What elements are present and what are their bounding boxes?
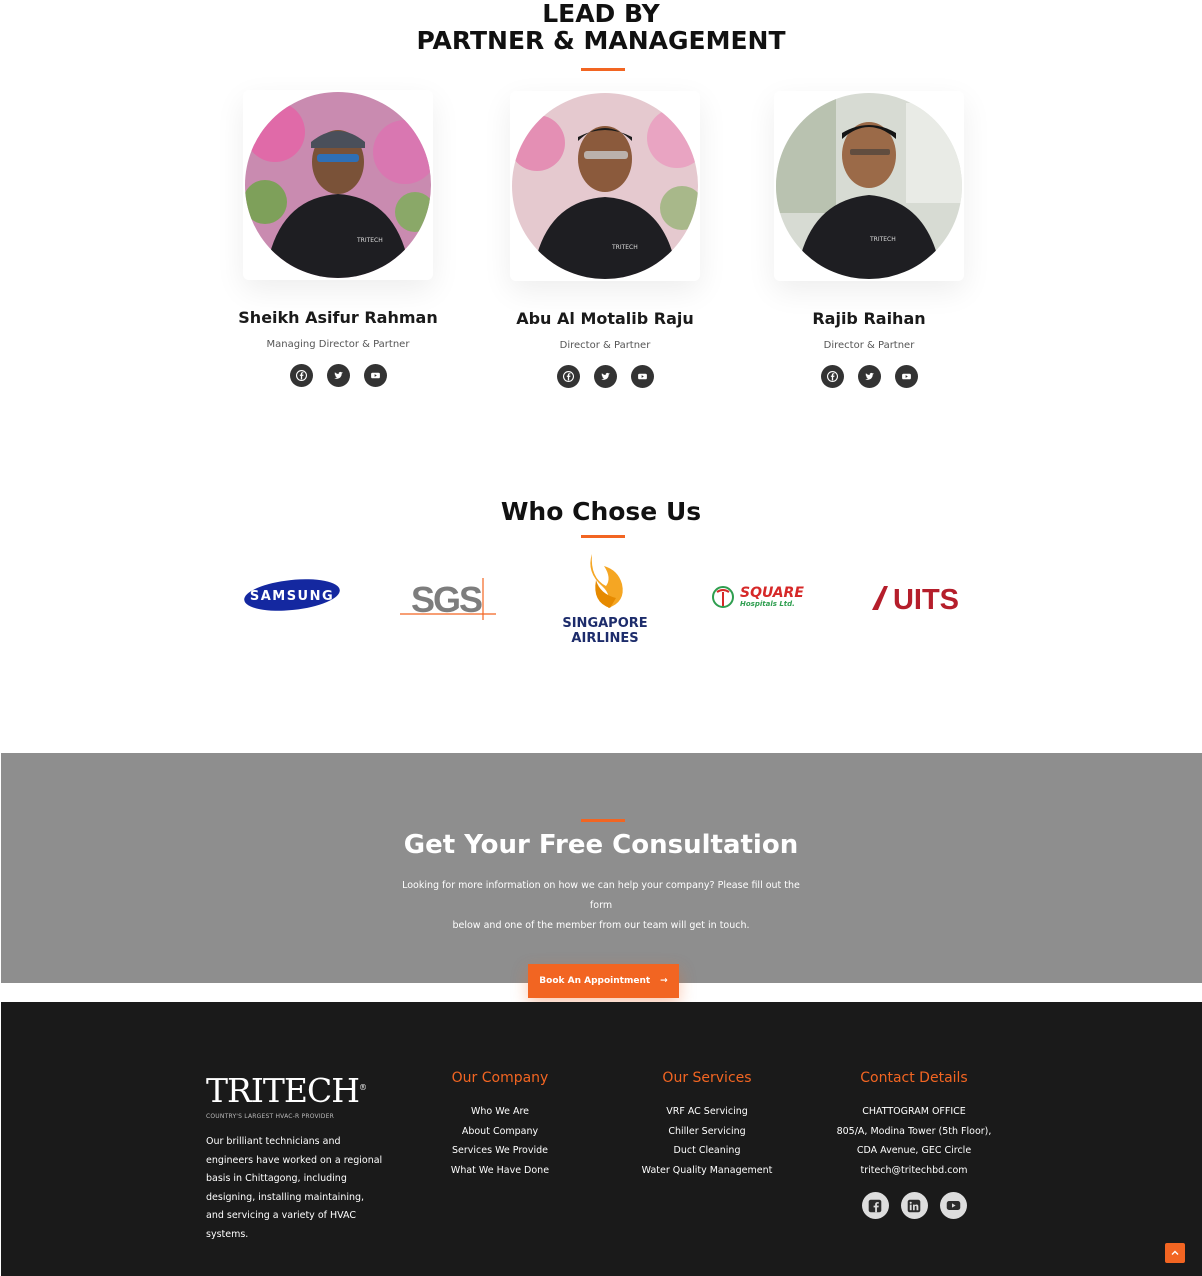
footer-company-title: Our Company	[451, 1070, 549, 1086]
footer-contact-column: Contact Details CHATTOGRAM OFFICE 805/A,…	[829, 1070, 999, 1219]
clients-title-underline	[581, 535, 625, 538]
member-role: Director & Partner	[823, 340, 915, 351]
leadership-title-underline	[581, 68, 625, 71]
square-logo-line2: Hospitals Ltd.	[740, 600, 795, 608]
office-address-line1: 805/A, Modina Tower (5th Floor),	[836, 1125, 992, 1137]
footer-link-who-we-are[interactable]: Who We Are	[430, 1102, 570, 1122]
consultation-text-line1: Looking for more information on how we c…	[402, 880, 800, 911]
footer-link-chiller-servicing[interactable]: Chiller Servicing	[627, 1122, 787, 1142]
footer-contact-title: Contact Details	[860, 1070, 968, 1086]
member-socials	[754, 365, 984, 388]
team-member-card: TRITECH Rajib Raihan Director & Partner	[754, 91, 984, 388]
team-member-card: TRITECH Abu Al Motalib Raju Director & P…	[490, 91, 720, 388]
facebook-icon[interactable]	[820, 365, 844, 388]
arrow-right-icon: →	[660, 976, 668, 986]
office-name: CHATTOGRAM OFFICE	[862, 1106, 966, 1117]
clients-title: Who Chose Us	[500, 497, 702, 526]
footer-company-column: Our Company Who We Are About Company Ser…	[430, 1070, 570, 1180]
member-photo: TRITECH	[512, 93, 698, 279]
facebook-square-icon[interactable]	[861, 1192, 889, 1219]
leadership-title-line1: LEAD BY	[542, 0, 660, 28]
member-name: Rajib Raihan	[812, 309, 926, 328]
footer-services-column: Our Services VRF AC Servicing Chiller Se…	[627, 1070, 787, 1180]
page: LEAD BY PARTNER & MANAGEMENT TRITECH She…	[0, 0, 1202, 1276]
footer-socials	[829, 1192, 999, 1219]
consultation-section	[1, 753, 1202, 983]
book-appointment-label: Book An Appointment	[539, 976, 651, 986]
square-hospitals-logo: SQUARE Hospitals Ltd.	[711, 582, 809, 616]
singapore-airlines-logo: SINGAPORE AIRLINES	[556, 550, 654, 650]
brand-description: Our brilliant technicians and engineers …	[206, 1136, 383, 1240]
consultation-accent-bar	[581, 819, 625, 822]
registered-mark: ®	[359, 1083, 367, 1092]
footer-link-water-quality-management[interactable]: Water Quality Management	[627, 1161, 787, 1181]
facebook-icon[interactable]	[556, 365, 580, 388]
youtube-icon[interactable]	[630, 365, 654, 388]
book-appointment-button[interactable]: Book An Appointment →	[528, 964, 679, 998]
singapore-airlines-line1: SINGAPORE	[562, 616, 647, 631]
scroll-to-top-button[interactable]	[1165, 1243, 1185, 1263]
contact-email[interactable]: tritech@tritechbd.com	[829, 1161, 999, 1181]
youtube-icon[interactable]	[939, 1192, 967, 1219]
brand-name-text: TRITECH	[206, 1071, 360, 1110]
shirt-logo-text: TRITECH	[611, 244, 638, 251]
brand-name: TRITECH®	[206, 1068, 367, 1111]
twitter-icon[interactable]	[593, 365, 617, 388]
consultation-title: Get Your Free Consultation	[403, 830, 799, 860]
square-logo-line1: SQUARE	[740, 585, 804, 601]
footer-link-services-we-provide[interactable]: Services We Provide	[430, 1141, 570, 1161]
tritech-logo[interactable]: TRITECH® COUNTRY'S LARGEST HVAC-R PROVID…	[206, 1068, 367, 1120]
footer-link-duct-cleaning[interactable]: Duct Cleaning	[627, 1141, 787, 1161]
member-socials	[490, 365, 720, 388]
member-role: Managing Director & Partner	[266, 339, 410, 350]
chevron-up-icon	[1171, 1250, 1179, 1255]
footer-link-about-company[interactable]: About Company	[430, 1122, 570, 1142]
member-photo-card: TRITECH	[510, 91, 700, 281]
team-member-card: TRITECH Sheikh Asifur Rahman Managing Di…	[223, 90, 453, 387]
member-photo: TRITECH	[776, 93, 962, 279]
sgs-logo: SGS	[398, 574, 498, 626]
shirt-logo-text: TRITECH	[869, 236, 896, 243]
facebook-icon[interactable]	[289, 364, 313, 387]
youtube-icon[interactable]	[894, 365, 918, 388]
singapore-airlines-line2: AIRLINES	[571, 631, 638, 646]
footer	[1, 1002, 1202, 1276]
member-name: Sheikh Asifur Rahman	[238, 308, 438, 327]
consultation-text-line2: below and one of the member from our tea…	[452, 920, 750, 931]
member-photo-card: TRITECH	[243, 90, 433, 280]
samsung-logo-text: SAMSUNG	[250, 589, 334, 604]
linkedin-icon[interactable]	[900, 1192, 928, 1219]
samsung-logo: SAMSUNG	[243, 578, 341, 616]
twitter-icon[interactable]	[857, 365, 881, 388]
leadership-title: LEAD BY PARTNER & MANAGEMENT	[0, 0, 1202, 54]
member-photo: TRITECH	[245, 92, 431, 278]
brand-tagline: COUNTRY'S LARGEST HVAC-R PROVIDER	[206, 1113, 334, 1120]
member-name: Abu Al Motalib Raju	[516, 309, 694, 328]
shirt-logo-text: TRITECH	[356, 237, 383, 244]
footer-link-vrf-ac-servicing[interactable]: VRF AC Servicing	[627, 1102, 787, 1122]
consultation-description: Looking for more information on how we c…	[395, 876, 807, 936]
uits-logo-text: UITS	[893, 584, 959, 614]
member-role: Director & Partner	[559, 340, 651, 351]
footer-services-title: Our Services	[662, 1070, 752, 1086]
uits-logo: UITS	[870, 580, 966, 618]
member-photo-card: TRITECH	[774, 91, 964, 281]
leadership-title-line2: PARTNER & MANAGEMENT	[416, 26, 786, 55]
footer-link-what-we-have-done[interactable]: What We Have Done	[430, 1161, 570, 1181]
member-socials	[223, 364, 453, 387]
youtube-icon[interactable]	[363, 364, 387, 387]
twitter-icon[interactable]	[326, 364, 350, 387]
office-address-line2: CDA Avenue, GEC Circle	[856, 1145, 972, 1156]
